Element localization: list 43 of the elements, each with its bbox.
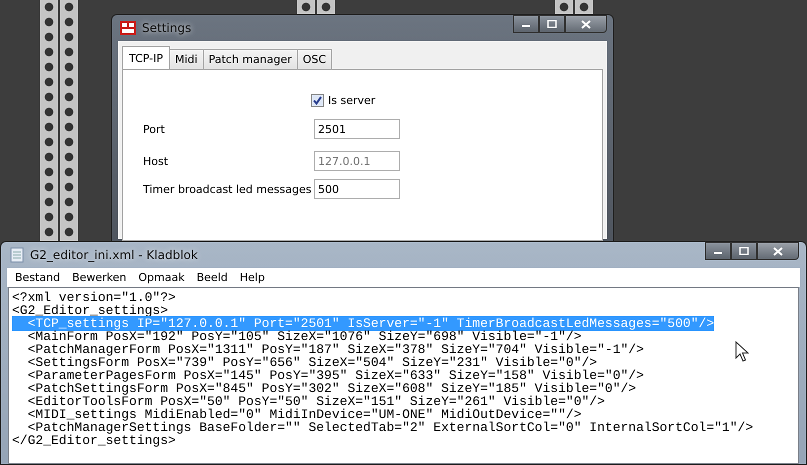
menu-item[interactable]: Bestand [9, 271, 66, 284]
menu-item[interactable]: Help [234, 271, 271, 284]
checkbox-label: Is server [328, 94, 376, 107]
code-line: </G2_Editor_settings> [12, 433, 176, 448]
notepad-icon [10, 247, 24, 263]
minimize-button[interactable] [513, 15, 539, 33]
minimize-button[interactable] [705, 242, 731, 260]
code-line: <MIDI_settings MidiEnabled="0" MidiInDevice="UM-ONE" MidiOutDevice=""/> [26, 407, 582, 422]
field-label: Host [142, 154, 170, 168]
close-icon [773, 246, 783, 256]
close-button[interactable] [757, 242, 799, 260]
tab[interactable]: TCP-IP [122, 46, 170, 70]
menu-item[interactable]: Opmaak [132, 271, 191, 284]
input-field[interactable]: 500 [314, 179, 400, 199]
input-field[interactable]: 2501 [314, 119, 400, 139]
tab[interactable]: OSC [296, 49, 332, 69]
code-line: <G2_Editor_settings> [12, 303, 168, 318]
checkbox[interactable] [311, 94, 324, 107]
code-line: <PatchManagerSettings BaseFolder="" SelectedTab="2" ExternalSortCol="0" InternalSortCol="1"/> [28, 420, 754, 435]
code-line: <MainForm PosX="192" PosY="105" SizeX="1076" SizeY="698" Visible="-1"/> [26, 329, 582, 344]
close-icon [581, 20, 591, 28]
window-title: G2_editor_ini.xml - Kladblok [30, 248, 198, 262]
menu-item[interactable]: Bewerken [66, 271, 132, 284]
code-line: <SettingsForm PosX="739" PosY="656" SizeX="504" SizeY="231" Visible="0"/> [26, 355, 598, 370]
field-label: Port [142, 122, 166, 136]
field-label: Timer broadcast led messages [142, 182, 312, 196]
mouse-cursor-icon [735, 341, 749, 363]
code-line: <?xml version="1.0"?> [12, 290, 176, 305]
tab[interactable]: Midi [169, 49, 204, 69]
maximize-button[interactable] [731, 242, 757, 260]
menu-item[interactable]: Beeld [190, 271, 234, 284]
tab[interactable]: Patch manager [202, 49, 298, 69]
close-button[interactable] [565, 15, 607, 33]
code-line: <PatchManagerForm PosX="1311" PosY="187" SizeX="378" SizeY="704" Visible="-1"/> [26, 342, 644, 357]
code-line: <PatchSettingsForm PosX="845" PosY="302" SizeX="608" SizeY="185" Visible="0"/> [26, 381, 636, 396]
text-area[interactable] [8, 287, 799, 464]
window-title: Settings [142, 21, 192, 35]
code-line: <ParameterPagesForm PosX="145" PosY="395" SizeX="633" SizeY="158" Visible="0"/> [26, 368, 644, 383]
app-logo-icon [120, 21, 136, 35]
maximize-icon [739, 247, 749, 255]
maximize-button[interactable] [539, 15, 565, 33]
code-line: <EditorToolsForm PosX="50" PosY="50" SizeX="151" SizeY="261" Visible="0"/> [26, 394, 605, 409]
maximize-icon [547, 20, 557, 28]
